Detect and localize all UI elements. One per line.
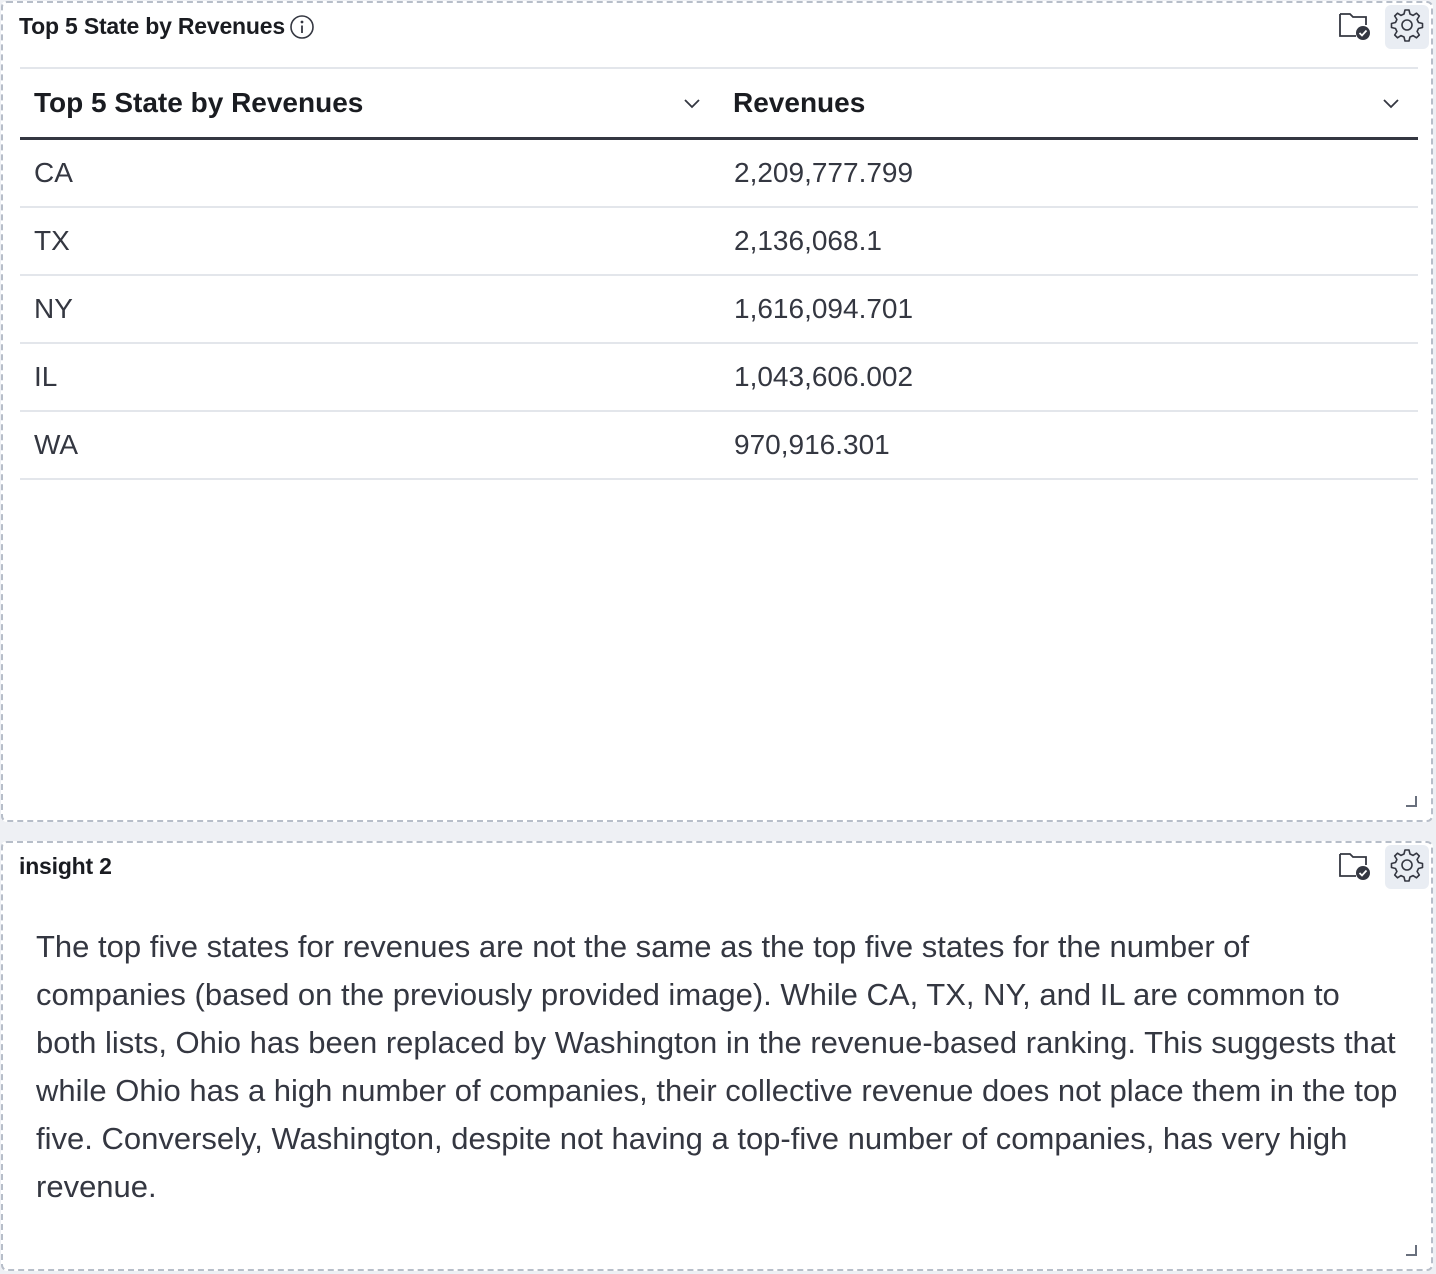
table-row: IL 1,043,606.002	[20, 344, 1418, 412]
table-panel: Top 5 State by Revenues Top 5 State by R…	[1, 1, 1433, 822]
cell-state: NY	[34, 293, 73, 324]
table-row: WA 970,916.301	[20, 412, 1418, 480]
chevron-down-icon[interactable]	[1378, 90, 1404, 116]
column-header-revenues[interactable]: Revenues	[719, 87, 1418, 119]
column-header-state[interactable]: Top 5 State by Revenues	[20, 87, 719, 119]
cell-state: IL	[34, 361, 58, 392]
resize-handle-icon[interactable]	[1405, 1243, 1417, 1256]
cell-revenue: 970,916.301	[718, 412, 1418, 478]
table-row: CA 2,209,777.799	[20, 140, 1418, 208]
panel-title-text: insight 2	[19, 853, 112, 879]
folder-check-button[interactable]	[1333, 845, 1377, 889]
panel-title-text: Top 5 State by Revenues	[19, 13, 285, 39]
cell-state: WA	[34, 429, 79, 460]
insight-panel: insight 2 The top five states for revenu…	[1, 841, 1433, 1271]
settings-button[interactable]	[1385, 845, 1429, 889]
cell-revenue: 1,043,606.002	[718, 344, 1418, 410]
folder-check-icon	[1338, 849, 1372, 886]
table-row: TX 2,136,068.1	[20, 208, 1418, 276]
gear-icon	[1390, 8, 1424, 47]
info-icon[interactable]	[289, 14, 315, 40]
data-table: Top 5 State by Revenues Revenues CA 2,20…	[20, 67, 1418, 480]
column-header-label: Top 5 State by Revenues	[34, 87, 364, 118]
chevron-down-icon[interactable]	[679, 90, 705, 116]
folder-check-button[interactable]	[1333, 5, 1377, 49]
panel-actions	[1333, 5, 1429, 49]
table-row: NY 1,616,094.701	[20, 276, 1418, 344]
table-header: Top 5 State by Revenues Revenues	[20, 69, 1418, 140]
insight-text: The top five states for revenues are not…	[36, 929, 1398, 1204]
cell-revenue: 2,136,068.1	[718, 208, 1418, 274]
cell-revenue: 2,209,777.799	[718, 140, 1418, 206]
cell-revenue: 1,616,094.701	[718, 276, 1418, 342]
resize-handle-icon[interactable]	[1405, 794, 1417, 807]
cell-state: CA	[34, 157, 73, 188]
column-header-label: Revenues	[733, 87, 866, 118]
panel-title: Top 5 State by Revenues	[19, 13, 315, 40]
panel-title: insight 2	[19, 853, 112, 880]
settings-button[interactable]	[1385, 5, 1429, 49]
cell-state: TX	[34, 225, 70, 256]
gear-icon	[1390, 848, 1424, 887]
panel-actions	[1333, 845, 1429, 889]
folder-check-icon	[1338, 9, 1372, 46]
